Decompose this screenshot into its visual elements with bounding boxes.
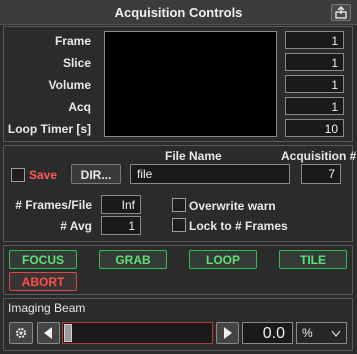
frames-per-file-input[interactable]: Inf [101, 195, 141, 214]
beam-value-input[interactable]: 0.0 [242, 322, 293, 344]
acq-value: 1 [285, 97, 344, 115]
volume-value: 1 [285, 75, 344, 93]
gear-icon [16, 328, 26, 338]
export-icon [335, 6, 347, 19]
save-label: Save [29, 168, 58, 182]
loop-timer-label: Loop Timer [s] [7, 122, 91, 136]
beam-unit-value: % [302, 326, 313, 340]
save-checkbox[interactable] [11, 168, 25, 182]
frames-per-file-label: # Frames/File [15, 198, 92, 212]
file-name-header: File Name [165, 149, 222, 163]
export-button[interactable] [331, 4, 351, 21]
slice-value: 1 [285, 53, 344, 71]
focus-button[interactable]: FOCUS [9, 250, 77, 269]
acq-label: Acq [68, 100, 91, 114]
grab-button[interactable]: GRAB [99, 250, 167, 269]
window-title: Acquisition Controls [114, 5, 243, 20]
acquisition-number-input[interactable]: 7 [301, 164, 341, 184]
beam-settings-button[interactable] [9, 322, 33, 344]
beam-slider-thumb[interactable] [64, 324, 72, 342]
imaging-beam-title: Imaging Beam [8, 301, 86, 315]
beam-decrease-button[interactable] [37, 322, 60, 344]
arrow-left-icon [44, 327, 52, 339]
abort-button[interactable]: ABORT [9, 272, 77, 291]
tile-button[interactable]: TILE [279, 250, 347, 269]
avg-input[interactable]: 1 [101, 216, 141, 235]
beam-unit-select[interactable]: % [296, 322, 347, 344]
arrow-right-icon [224, 327, 232, 339]
overwrite-warn-checkbox[interactable] [172, 198, 186, 212]
lock-frames-label: Lock to # Frames [189, 219, 288, 233]
slice-label: Slice [62, 56, 91, 70]
preview-display [104, 31, 277, 137]
frame-value: 1 [285, 31, 344, 49]
loop-timer-value[interactable]: 10 [285, 119, 344, 137]
avg-label: # Avg [60, 219, 92, 233]
lock-frames-checkbox[interactable] [172, 218, 186, 232]
frame-label: Frame [54, 34, 91, 48]
acquisition-header: Acquisition # [281, 149, 357, 163]
dir-button[interactable]: DIR... [71, 164, 121, 184]
file-name-input[interactable]: file [130, 164, 290, 184]
beam-slider[interactable] [62, 322, 213, 344]
beam-increase-button[interactable] [216, 322, 239, 344]
volume-label: Volume [48, 78, 91, 92]
loop-button[interactable]: LOOP [189, 250, 257, 269]
overwrite-warn-label: Overwrite warn [189, 199, 276, 213]
chevron-down-icon [331, 330, 341, 338]
